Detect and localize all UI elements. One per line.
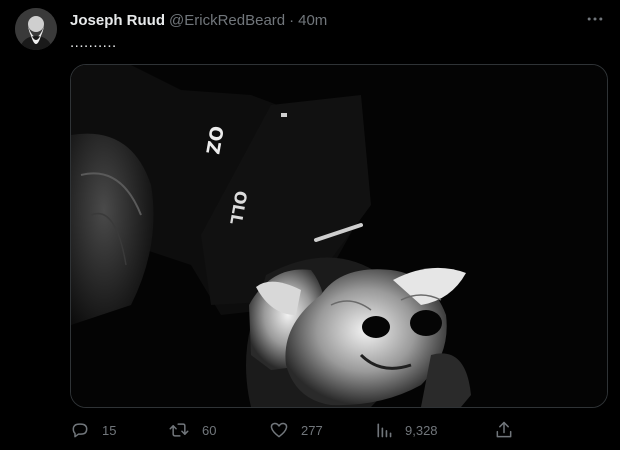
tweet-actions: 15 60 277 9,328 — [70, 418, 515, 442]
like-button[interactable]: 277 — [269, 418, 323, 442]
like-count: 277 — [301, 422, 323, 438]
tweet-media-image[interactable]: OZ OLL — [70, 64, 608, 408]
retweet-count: 60 — [202, 422, 217, 438]
tweet-header: Joseph Ruud @ErickRedBeard · 40m — [70, 10, 327, 30]
reply-icon — [70, 420, 90, 440]
header-separator: · — [289, 11, 295, 29]
tweet: Joseph Ruud @ErickRedBeard · 40m .......… — [0, 0, 620, 450]
share-icon — [494, 420, 514, 440]
share-button[interactable] — [494, 418, 514, 442]
more-horizontal-icon — [587, 17, 603, 21]
reply-button[interactable]: 15 — [70, 418, 116, 442]
views-count: 9,328 — [405, 422, 438, 438]
tweet-text: .......... — [70, 34, 117, 51]
author-display-name[interactable]: Joseph Ruud — [70, 12, 165, 29]
author-handle[interactable]: @ErickRedBeard — [169, 12, 285, 29]
more-options-button[interactable] — [584, 8, 606, 30]
views-button[interactable]: 9,328 — [375, 418, 438, 442]
tweet-timestamp[interactable]: 40m — [298, 12, 327, 29]
avatar[interactable] — [15, 8, 57, 50]
reply-count: 15 — [102, 422, 117, 438]
retweet-button[interactable]: 60 — [168, 418, 216, 442]
retweet-icon — [168, 420, 190, 440]
views-icon — [375, 420, 393, 440]
heart-icon — [269, 420, 289, 440]
